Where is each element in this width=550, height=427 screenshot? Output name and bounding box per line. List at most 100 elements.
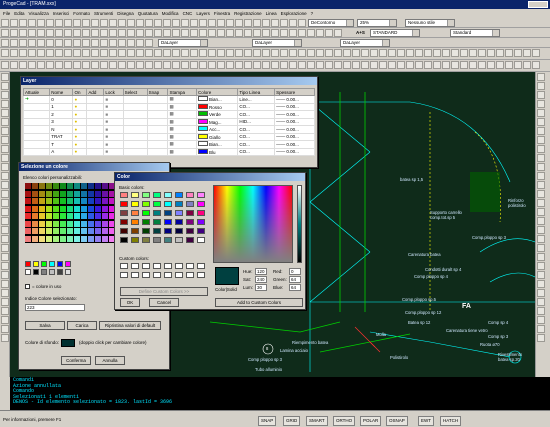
modify-tool-button[interactable] (100, 49, 108, 57)
palette-swatch[interactable] (46, 228, 52, 234)
side-tool-button[interactable] (537, 118, 545, 126)
modify-tool-button[interactable] (397, 49, 405, 57)
property-tool-button[interactable] (28, 39, 36, 47)
menu-item[interactable]: Visualizza (29, 9, 49, 18)
layer-cell-on[interactable]: ● (72, 125, 88, 134)
side-tool-button[interactable] (537, 172, 545, 180)
snap-tool-button[interactable] (433, 61, 441, 69)
layer-cell-select[interactable] (122, 110, 148, 119)
palette-swatch[interactable] (46, 205, 52, 212)
palette-swatch[interactable] (53, 235, 59, 242)
layer-cell-print[interactable]: ▩ (167, 95, 198, 104)
modify-tool-button[interactable] (91, 49, 99, 57)
modify-tool-button[interactable] (523, 49, 531, 57)
modify-tool-button[interactable] (280, 49, 288, 57)
draw-tool-button[interactable] (28, 29, 36, 37)
custom-colors-grid[interactable] (120, 263, 210, 283)
layer-cell-snap[interactable] (146, 117, 169, 126)
layer-cell-on[interactable]: ● (72, 110, 88, 119)
palette-swatch[interactable] (39, 213, 45, 219)
layer-cell-lock[interactable]: ■ (103, 110, 124, 119)
side-tool-button[interactable] (1, 163, 9, 171)
menu-item[interactable]: Registrazione (234, 9, 262, 18)
property-tool-button[interactable] (46, 39, 54, 47)
palette-swatch[interactable] (25, 220, 31, 227)
side-tool-button[interactable] (1, 181, 9, 189)
side-tool-button[interactable] (537, 91, 545, 99)
side-tool-button[interactable] (537, 235, 545, 243)
toolbar-tool-button[interactable] (262, 19, 270, 27)
palette-swatch[interactable] (53, 220, 59, 227)
side-tool-button[interactable] (1, 145, 9, 153)
snap-tool-button[interactable] (163, 61, 171, 69)
draw-tool-button[interactable] (190, 29, 198, 37)
snap-tool-button[interactable] (406, 61, 414, 69)
modify-tool-button[interactable] (235, 49, 243, 57)
toolbar-tool-button[interactable] (1, 19, 9, 27)
layer-cell-on[interactable]: ● (72, 117, 88, 126)
basic-color-swatch[interactable] (153, 228, 161, 234)
side-tool-button[interactable] (1, 280, 9, 288)
lock-icon[interactable]: ■ (105, 134, 108, 139)
hue-field[interactable]: 120 (255, 268, 267, 275)
modify-tool-button[interactable] (325, 49, 333, 57)
basic-color-swatch[interactable] (175, 219, 183, 225)
palette-swatch[interactable] (25, 235, 31, 242)
toolbar-tool-button[interactable] (172, 19, 180, 27)
layer-cell-on[interactable]: ● (72, 132, 88, 141)
modify-tool-button[interactable] (514, 49, 522, 57)
palette-swatch[interactable] (46, 213, 52, 219)
custom-color-swatch[interactable] (164, 263, 172, 269)
layer-row[interactable]: ➜ 0 ● ■ ▩ Bian... Line... —— 0.00... (22, 95, 315, 104)
lock-icon[interactable]: ■ (105, 104, 108, 109)
side-tool-button[interactable] (537, 109, 545, 117)
palette-swatch[interactable] (102, 183, 108, 189)
property-tool-button[interactable] (82, 39, 90, 47)
layer-cell-lock[interactable]: ■ (103, 102, 124, 111)
palette-swatch[interactable] (74, 198, 80, 204)
palette-swatch[interactable] (32, 183, 38, 189)
modify-tool-button[interactable] (433, 49, 441, 57)
property-tool-button[interactable] (118, 39, 126, 47)
menu-item[interactable]: ? (311, 9, 314, 18)
modify-tool-button[interactable] (388, 49, 396, 57)
custom-color-swatch[interactable] (175, 263, 183, 269)
snap-tool-button[interactable] (460, 61, 468, 69)
custom-color-swatch[interactable] (131, 272, 139, 278)
palette-swatch[interactable] (60, 235, 66, 242)
toolbar-tool-button[interactable] (19, 19, 27, 27)
standard-color-swatch[interactable] (49, 261, 55, 267)
toolbar-tool-button[interactable] (10, 19, 18, 27)
snap-tool-button[interactable] (181, 61, 189, 69)
layer-cell-snap[interactable] (146, 147, 169, 156)
basic-color-swatch[interactable] (153, 192, 161, 198)
lineweight-combo[interactable]: DaLayer (340, 39, 390, 47)
side-tool-button[interactable] (537, 100, 545, 108)
palette-swatch[interactable] (60, 213, 66, 219)
snap-tool-button[interactable] (442, 61, 450, 69)
snap-toggle[interactable]: SNAP (258, 416, 277, 426)
modify-tool-button[interactable] (55, 49, 63, 57)
modify-tool-button[interactable] (10, 49, 18, 57)
basic-color-swatch[interactable] (197, 201, 205, 207)
side-tool-button[interactable] (537, 190, 545, 198)
menu-item[interactable]: Inserisci (53, 9, 70, 18)
layer-row[interactable]: N ● ■ ▩ Acc... CO... —— 0.00... (22, 125, 315, 134)
palette-swatch[interactable] (74, 190, 80, 197)
side-tool-button[interactable] (1, 271, 9, 279)
snap-tool-button[interactable] (388, 61, 396, 69)
snap-tool-button[interactable] (415, 61, 423, 69)
draw-tool-button[interactable] (64, 29, 72, 37)
layer-column-header[interactable]: Snap (146, 88, 169, 96)
snap-tool-button[interactable] (325, 61, 333, 69)
side-tool-button[interactable] (537, 253, 545, 261)
layer-cell-select[interactable] (122, 132, 148, 141)
modify-tool-button[interactable] (244, 49, 252, 57)
layer-cell-add[interactable] (86, 132, 105, 141)
palette-swatch[interactable] (39, 235, 45, 242)
layer-cell-select[interactable] (122, 95, 148, 104)
palette-swatch[interactable] (102, 198, 108, 204)
modify-tool-button[interactable] (181, 49, 189, 57)
side-tool-button[interactable] (1, 91, 9, 99)
basic-color-swatch[interactable] (186, 210, 194, 216)
